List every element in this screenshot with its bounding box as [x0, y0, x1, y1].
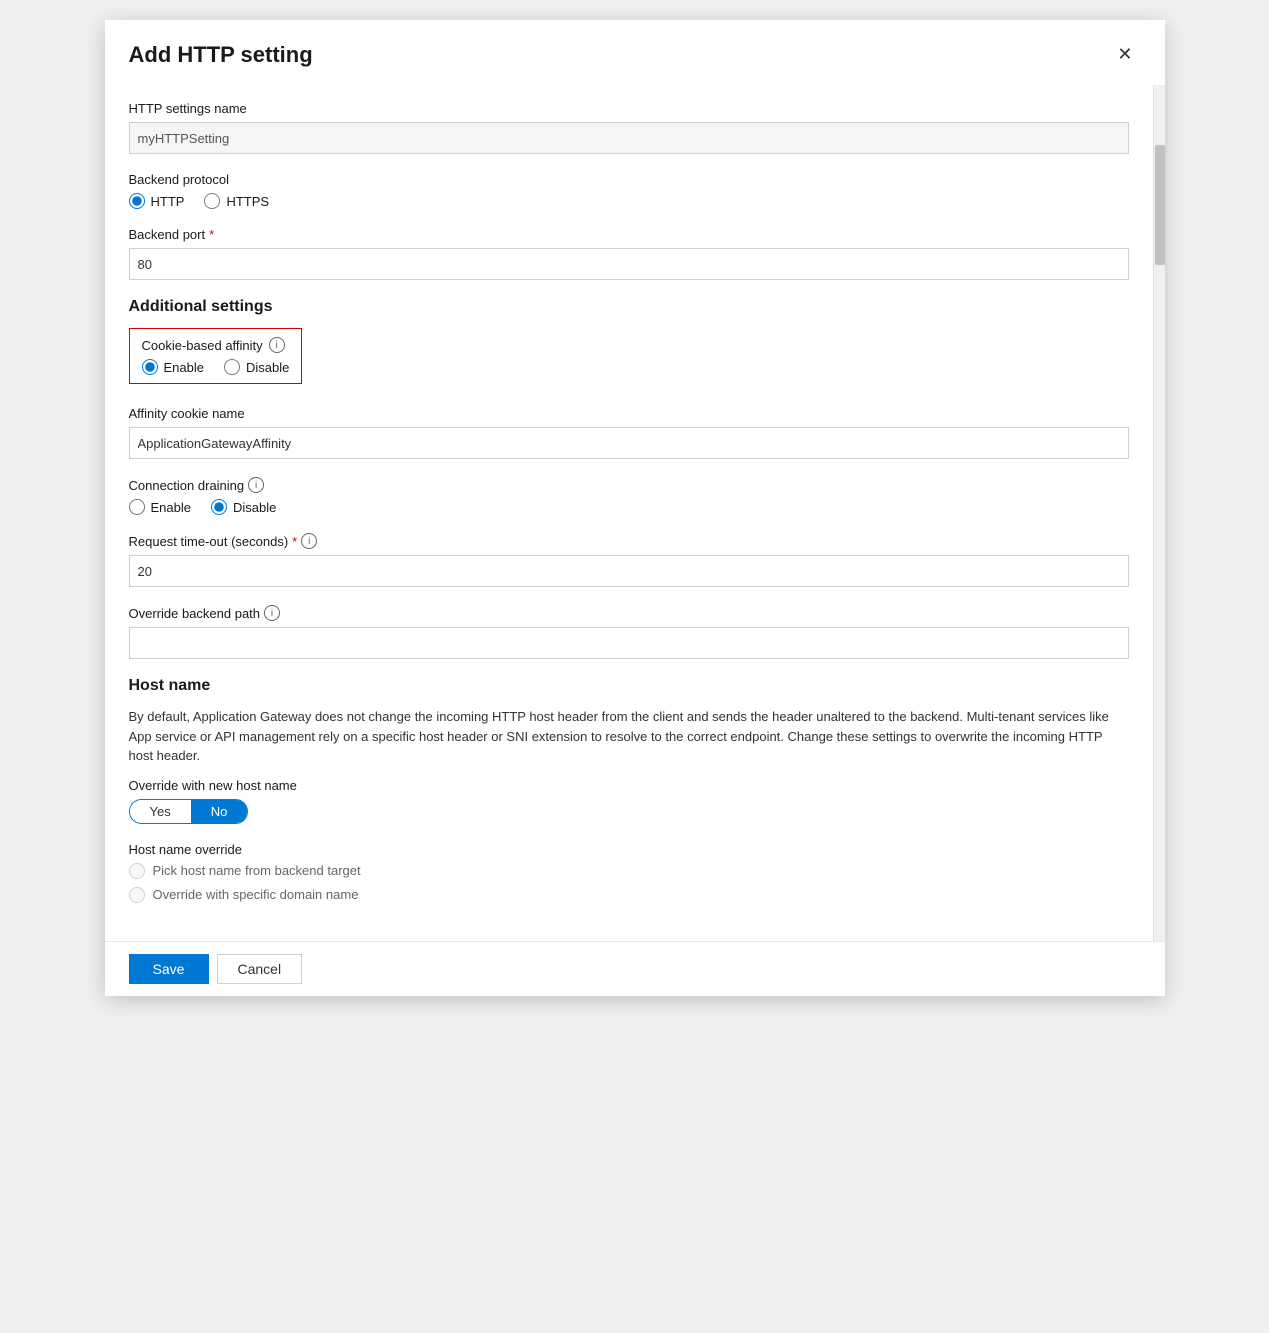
backend-protocol-https-option[interactable]: HTTPS [204, 193, 269, 209]
request-timeout-required-star: * [292, 534, 297, 549]
backend-protocol-https-radio[interactable] [204, 193, 220, 209]
override-backend-path-group: Override backend path i [129, 605, 1129, 659]
override-no-button[interactable]: No [191, 800, 248, 823]
affinity-cookie-name-group: Affinity cookie name [129, 406, 1129, 459]
cookie-affinity-box: Cookie-based affinity i Enable Disable [129, 328, 303, 384]
override-specific-domain-label: Override with specific domain name [153, 887, 359, 902]
dialog-footer: Save Cancel [105, 941, 1165, 996]
host-name-section-title: Host name [129, 677, 1129, 695]
backend-protocol-group: Backend protocol HTTP HTTPS [129, 172, 1129, 209]
close-button[interactable]: ✕ [1109, 40, 1140, 69]
http-settings-name-input[interactable] [129, 122, 1129, 154]
pick-host-name-label: Pick host name from backend target [153, 863, 361, 878]
backend-protocol-https-label: HTTPS [226, 194, 269, 209]
request-timeout-group: Request time-out (seconds) * i [129, 533, 1129, 587]
dialog-header: Add HTTP setting ✕ [105, 20, 1165, 85]
backend-protocol-http-radio[interactable] [129, 193, 145, 209]
cookie-affinity-enable-label: Enable [164, 360, 204, 375]
additional-settings-section: Additional settings Cookie-based affinit… [129, 298, 1129, 388]
cookie-affinity-label: Cookie-based affinity [142, 338, 263, 353]
connection-draining-disable-label: Disable [233, 500, 276, 515]
scrollbar-area: HTTP settings name Backend protocol HTTP… [105, 85, 1165, 941]
backend-port-required-star: * [209, 227, 214, 242]
host-name-description: By default, Application Gateway does not… [129, 707, 1129, 766]
http-settings-name-label: HTTP settings name [129, 101, 1129, 116]
backend-port-label: Backend port * [129, 227, 1129, 242]
backend-port-group: Backend port * [129, 227, 1129, 280]
backend-protocol-http-label: HTTP [151, 194, 185, 209]
override-specific-domain-radio[interactable] [129, 887, 145, 903]
request-timeout-info-icon[interactable]: i [301, 533, 317, 549]
cookie-affinity-label-row: Cookie-based affinity i [142, 337, 290, 353]
cookie-affinity-radio-group: Enable Disable [142, 359, 290, 375]
connection-draining-disable-radio[interactable] [211, 499, 227, 515]
add-http-setting-dialog: Add HTTP setting ✕ HTTP settings name Ba… [105, 20, 1165, 996]
backend-protocol-http-option[interactable]: HTTP [129, 193, 185, 209]
scrollbar[interactable] [1153, 85, 1165, 941]
override-yes-button[interactable]: Yes [130, 800, 191, 823]
additional-settings-title: Additional settings [129, 298, 1129, 316]
connection-draining-info-icon[interactable]: i [248, 477, 264, 493]
request-timeout-input[interactable] [129, 555, 1129, 587]
override-new-host-name-group: Override with new host name Yes No [129, 778, 1129, 824]
backend-protocol-radio-group: HTTP HTTPS [129, 193, 1129, 209]
http-settings-name-group: HTTP settings name [129, 101, 1129, 154]
cookie-affinity-enable-radio[interactable] [142, 359, 158, 375]
backend-protocol-label: Backend protocol [129, 172, 1129, 187]
affinity-cookie-name-input[interactable] [129, 427, 1129, 459]
pick-host-name-option[interactable]: Pick host name from backend target [129, 863, 1129, 879]
scrollbar-thumb [1155, 145, 1165, 265]
override-backend-path-label: Override backend path i [129, 605, 1129, 621]
cookie-affinity-info-icon[interactable]: i [269, 337, 285, 353]
host-name-override-section: Host name override Pick host name from b… [129, 842, 1129, 903]
cookie-affinity-disable-label: Disable [246, 360, 289, 375]
host-name-override-label: Host name override [129, 842, 1129, 857]
cookie-affinity-enable-option[interactable]: Enable [142, 359, 204, 375]
cookie-affinity-disable-radio[interactable] [224, 359, 240, 375]
affinity-cookie-name-label: Affinity cookie name [129, 406, 1129, 421]
override-new-host-name-label: Override with new host name [129, 778, 1129, 793]
request-timeout-label: Request time-out (seconds) * i [129, 533, 1129, 549]
dialog-title: Add HTTP setting [129, 42, 313, 68]
backend-port-input[interactable] [129, 248, 1129, 280]
pick-host-name-radio[interactable] [129, 863, 145, 879]
connection-draining-enable-radio[interactable] [129, 499, 145, 515]
connection-draining-group: Connection draining i Enable Disable [129, 477, 1129, 515]
save-button[interactable]: Save [129, 954, 209, 984]
connection-draining-label: Connection draining i [129, 477, 1129, 493]
cookie-affinity-disable-option[interactable]: Disable [224, 359, 289, 375]
dialog-content: HTTP settings name Backend protocol HTTP… [105, 85, 1153, 941]
connection-draining-enable-option[interactable]: Enable [129, 499, 191, 515]
host-name-section: Host name By default, Application Gatewa… [129, 677, 1129, 903]
connection-draining-disable-option[interactable]: Disable [211, 499, 276, 515]
override-toggle-group: Yes No [129, 799, 249, 824]
connection-draining-enable-label: Enable [151, 500, 191, 515]
override-backend-path-input[interactable] [129, 627, 1129, 659]
override-specific-domain-option[interactable]: Override with specific domain name [129, 887, 1129, 903]
override-backend-path-info-icon[interactable]: i [264, 605, 280, 621]
cancel-button[interactable]: Cancel [217, 954, 303, 984]
connection-draining-radio-group: Enable Disable [129, 499, 1129, 515]
close-icon: ✕ [1117, 44, 1132, 65]
